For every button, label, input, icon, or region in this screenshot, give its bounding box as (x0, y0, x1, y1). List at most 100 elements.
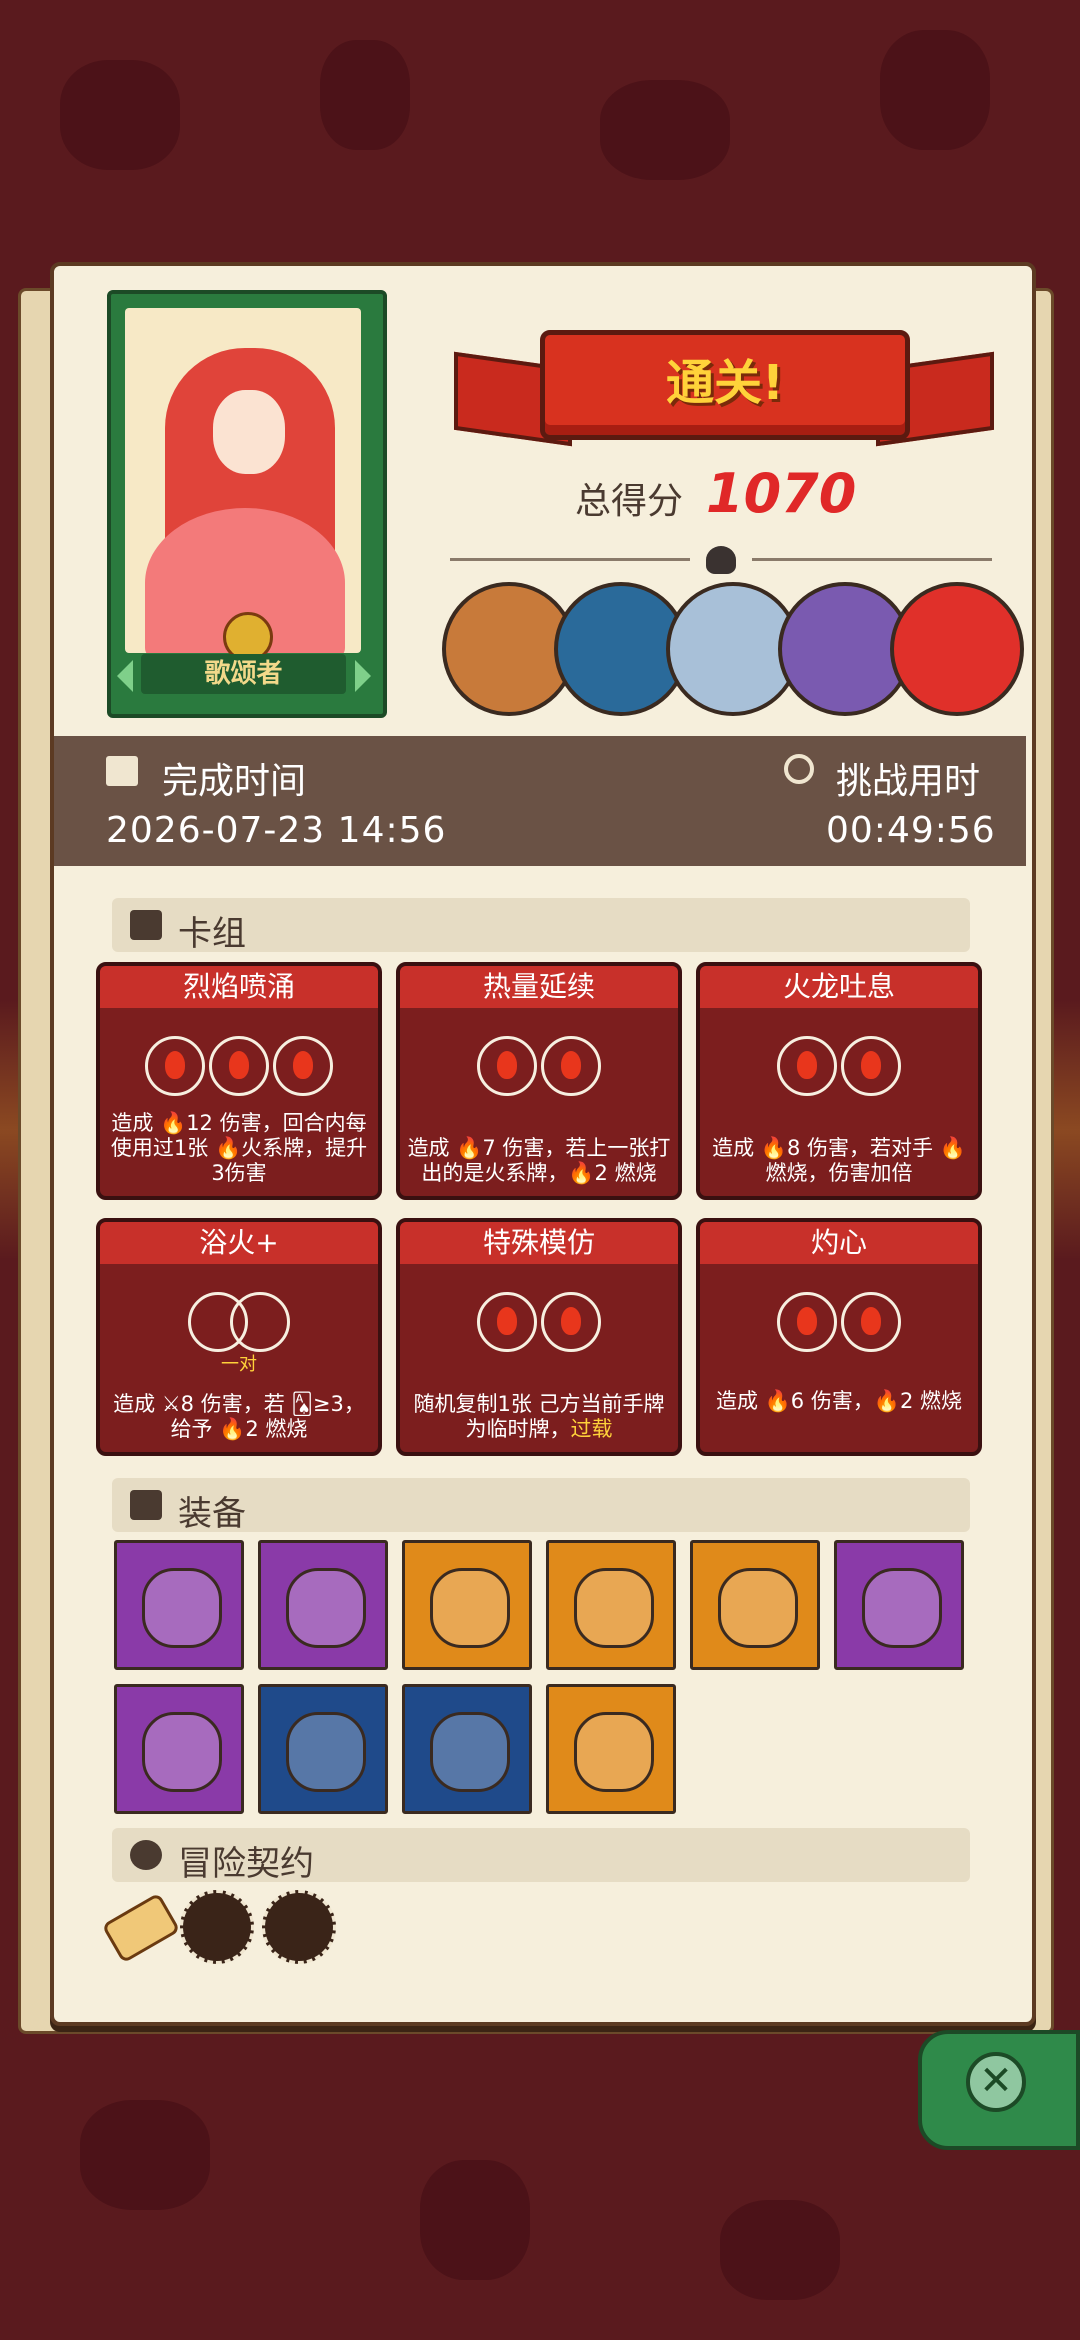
fire-cost-icon (541, 1292, 601, 1352)
equipment-slot[interactable] (258, 1540, 388, 1670)
equipment-section-header: 装备 (112, 1478, 970, 1534)
background-pattern (320, 40, 410, 150)
equipment-slot[interactable] (546, 1684, 676, 1814)
overload-keyword: 过载 (570, 1417, 613, 1441)
fire-cost-icon (477, 1036, 537, 1096)
duration-label: 挑战用时 (836, 761, 981, 802)
card-name: 烈焰喷涌 (100, 966, 378, 1008)
scroll-case-icon[interactable] (262, 1890, 336, 1964)
hero-name: 歌颂者 (141, 654, 346, 694)
equipment-slot[interactable] (834, 1540, 964, 1670)
background-pattern (720, 2200, 840, 2300)
card-cost (700, 1292, 978, 1352)
background-pattern (80, 2100, 210, 2210)
equipment-title: 装备 (178, 1494, 246, 1534)
scroll-icon[interactable] (100, 1888, 181, 1966)
turtle-shell-icon (430, 1568, 510, 1648)
background-pattern (60, 60, 180, 170)
equipment-slot[interactable] (114, 1684, 244, 1814)
card-description: 随机复制1张 己方当前手牌为临时牌，过载 (406, 1392, 672, 1442)
fire-cost-icon (145, 1036, 205, 1096)
equipment-slot[interactable] (114, 1540, 244, 1670)
card-name: 特殊模仿 (400, 1222, 678, 1264)
equipment-slot[interactable] (258, 1684, 388, 1814)
card-cost (100, 1292, 378, 1352)
card-description: 造成 🔥8 伤害，若对手 🔥燃烧，伤害加倍 (712, 1136, 966, 1185)
ribbon: 通关! (540, 330, 910, 440)
golden-chalice-icon (286, 1568, 366, 1648)
card-name: 浴火+ (100, 1222, 378, 1264)
equipment-slot[interactable] (690, 1540, 820, 1670)
completed-time-value: 2026-07-23 14:56 (106, 810, 447, 851)
stopwatch-icon (784, 754, 814, 784)
fire-cost-icon (841, 1036, 901, 1096)
deck-card[interactable]: 火龙吐息 造成 🔥8 伤害，若对手 🔥燃烧，伤害加倍 (696, 962, 982, 1200)
fire-cost-icon (541, 1036, 601, 1096)
fire-cost-icon (209, 1036, 269, 1096)
golden-helmet-icon (430, 1712, 510, 1792)
hero-portrait (125, 308, 361, 653)
fire-cost-icon (777, 1036, 837, 1096)
deck-card[interactable]: 浴火+ 一对 造成 ⚔8 伤害，若 🂡≥3，给予 🔥2 燃烧 (96, 1218, 382, 1456)
deck-card[interactable]: 热量延续 造成 🔥7 伤害，若上一张打出的是火系牌，🔥2 燃烧 (396, 962, 682, 1200)
clear-title: 通关! (666, 355, 784, 411)
equipment-slot[interactable] (402, 1684, 532, 1814)
calendar-icon (106, 756, 138, 786)
torch-icon (286, 1712, 366, 1792)
background-pattern (880, 30, 990, 150)
background-pattern (600, 80, 730, 180)
fire-pepper-icon (142, 1568, 222, 1648)
pair-cost-icon (230, 1292, 290, 1352)
divider-right (752, 558, 992, 561)
card-cost (400, 1036, 678, 1096)
hood-icon (718, 1568, 798, 1648)
card-name: 火龙吐息 (700, 966, 978, 1008)
pipe-icon[interactable] (180, 1890, 254, 1964)
divider-left (450, 558, 690, 561)
card-cost (100, 1036, 378, 1096)
hero-face (213, 390, 285, 474)
ghost-slime-icon (574, 1568, 654, 1648)
card-description: 造成 🔥7 伤害，若上一张打出的是火系牌，🔥2 燃烧 (407, 1136, 671, 1185)
chevron-right-icon (355, 660, 371, 692)
fire-cost-icon (841, 1292, 901, 1352)
contract-icon (130, 1840, 162, 1870)
equipment-slot[interactable] (402, 1540, 532, 1670)
card-description: 造成 🔥12 伤害，回合内每使用过1张 🔥火系牌，提升3伤害 (110, 1111, 368, 1185)
deck-card[interactable]: 灼心 造成 🔥6 伤害，🔥2 燃烧 (696, 1218, 982, 1456)
card-name: 灼心 (700, 1222, 978, 1264)
hero-portrait-card[interactable]: 歌颂者 (107, 290, 387, 718)
clear-banner: 通关! (450, 300, 994, 450)
cards-icon (130, 910, 162, 940)
skull-icon (706, 546, 736, 574)
contracts-section-header: 冒险契约 (112, 1828, 970, 1884)
fire-cost-icon (273, 1036, 333, 1096)
fire-cost-icon (777, 1292, 837, 1352)
fire-orb-icon (574, 1712, 654, 1792)
completed-time-label: 完成时间 (162, 761, 307, 802)
deck-card[interactable]: 特殊模仿 随机复制1张 己方当前手牌为临时牌，过载 (396, 1218, 682, 1456)
box-icon (130, 1490, 162, 1520)
card-cost (400, 1292, 678, 1352)
flame-icon (862, 1568, 942, 1648)
pair-label: 一对 (221, 1354, 257, 1375)
background-pattern (420, 2160, 530, 2280)
close-button[interactable]: ✕ (966, 2052, 1026, 2112)
fire-cost-icon (477, 1292, 537, 1352)
score-value: 1070 (706, 462, 857, 525)
chevron-left-icon (117, 660, 133, 692)
duration-value: 00:49:56 (826, 810, 996, 851)
card-description: 造成 ⚔8 伤害，若 🂡≥3，给予 🔥2 燃烧 (113, 1392, 365, 1441)
card-name: 热量延续 (400, 966, 678, 1008)
card-description-text: 随机复制1张 己方当前手牌为临时牌， (413, 1392, 665, 1441)
score-label: 总得分 (575, 481, 684, 522)
contracts-title: 冒险契约 (178, 1844, 314, 1884)
equipment-slot[interactable] (546, 1540, 676, 1670)
card-description: 造成 🔥6 伤害，🔥2 燃烧 (715, 1389, 963, 1413)
deck-section-header: 卡组 (112, 898, 970, 954)
deck-card[interactable]: 烈焰喷涌 造成 🔥12 伤害，回合内每使用过1张 🔥火系牌，提升3伤害 (96, 962, 382, 1200)
boss-spirit-icon[interactable] (890, 582, 1024, 716)
deck-title: 卡组 (178, 914, 246, 954)
card-cost (700, 1036, 978, 1096)
leather-band-icon (142, 1712, 222, 1792)
